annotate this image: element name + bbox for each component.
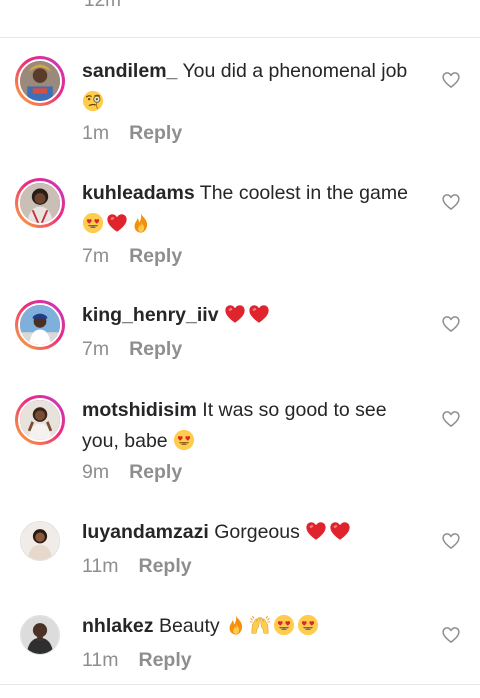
- comment-text: motshidisim It was so good to see you, b…: [82, 395, 427, 457]
- avatar[interactable]: [18, 59, 62, 103]
- divider: [0, 684, 480, 685]
- like-heart-icon[interactable]: [441, 625, 461, 645]
- reply-button[interactable]: Reply: [129, 122, 182, 145]
- comment-meta: 7m Reply: [82, 245, 182, 268]
- story-ring[interactable]: [15, 178, 65, 228]
- red-heart-emoji: [305, 520, 327, 542]
- heart-eyes-emoji: [82, 212, 104, 234]
- heart-eyes-emoji: [273, 614, 295, 636]
- avatar[interactable]: [18, 398, 62, 442]
- raised-hands-emoji: [249, 614, 271, 636]
- like-heart-icon[interactable]: [441, 531, 461, 551]
- comment-time: 7m: [82, 338, 110, 360]
- like-heart-icon[interactable]: [441, 70, 461, 90]
- like-heart-icon[interactable]: [441, 314, 461, 334]
- comment-text: king_henry_iiv: [82, 300, 427, 331]
- comment-username[interactable]: kuhleadams: [82, 182, 195, 204]
- comment-meta: 11m Reply: [82, 649, 192, 672]
- comment-username[interactable]: motshidisim: [82, 399, 197, 421]
- fire-emoji: [130, 212, 152, 234]
- reply-button[interactable]: Reply: [139, 649, 192, 672]
- comment-body: The coolest in the game: [199, 182, 408, 204]
- comment-text: luyandamzazi Gorgeous: [82, 517, 427, 548]
- comment-time: 11m: [82, 649, 119, 671]
- comment-meta: 7m Reply: [82, 338, 182, 361]
- comment-body: Gorgeous: [214, 521, 300, 543]
- comment-meta: 9m Reply: [82, 461, 182, 484]
- comment-username[interactable]: sandilem_: [82, 60, 177, 82]
- like-heart-icon[interactable]: [441, 409, 461, 429]
- avatar[interactable]: [18, 181, 62, 225]
- red-heart-emoji: [329, 520, 351, 542]
- comment-body: Beauty: [158, 615, 220, 637]
- comment-time: 1m: [82, 122, 110, 144]
- monocle-face-emoji: [82, 90, 104, 112]
- story-ring[interactable]: [15, 300, 65, 350]
- fire-emoji: [225, 614, 247, 636]
- comment-time: 9m: [82, 461, 110, 483]
- divider: [0, 37, 480, 38]
- comment-meta: 1m Reply: [82, 122, 182, 145]
- comment-username[interactable]: king_henry_iiv: [82, 304, 219, 326]
- red-heart-emoji: [248, 303, 270, 325]
- reply-button[interactable]: Reply: [129, 461, 182, 484]
- comment-time: 7m: [82, 245, 110, 267]
- avatar[interactable]: [18, 303, 62, 347]
- avatar[interactable]: [20, 615, 60, 655]
- red-heart-emoji: [106, 212, 128, 234]
- comment-username[interactable]: luyandamzazi: [82, 521, 209, 543]
- reply-button[interactable]: Reply: [139, 555, 192, 578]
- red-heart-emoji: [224, 303, 246, 325]
- comment-body: You did a phenomenal job: [182, 60, 408, 82]
- reply-button[interactable]: Reply: [129, 338, 182, 361]
- comment-text: sandilem_ You did a phenomenal job: [82, 56, 427, 118]
- previous-comment-timestamp: 12m: [84, 0, 121, 11]
- heart-eyes-emoji: [297, 614, 319, 636]
- comment-meta: 11m Reply: [82, 555, 192, 578]
- story-ring[interactable]: [15, 56, 65, 106]
- comment-text: nhlakez Beauty: [82, 611, 427, 642]
- avatar[interactable]: [20, 521, 60, 561]
- story-ring[interactable]: [15, 395, 65, 445]
- like-heart-icon[interactable]: [441, 192, 461, 212]
- comment-time: 11m: [82, 555, 119, 577]
- comment-text: kuhleadams The coolest in the game: [82, 178, 427, 240]
- comment-username[interactable]: nhlakez: [82, 615, 154, 637]
- heart-eyes-emoji: [173, 429, 195, 451]
- reply-button[interactable]: Reply: [129, 245, 182, 268]
